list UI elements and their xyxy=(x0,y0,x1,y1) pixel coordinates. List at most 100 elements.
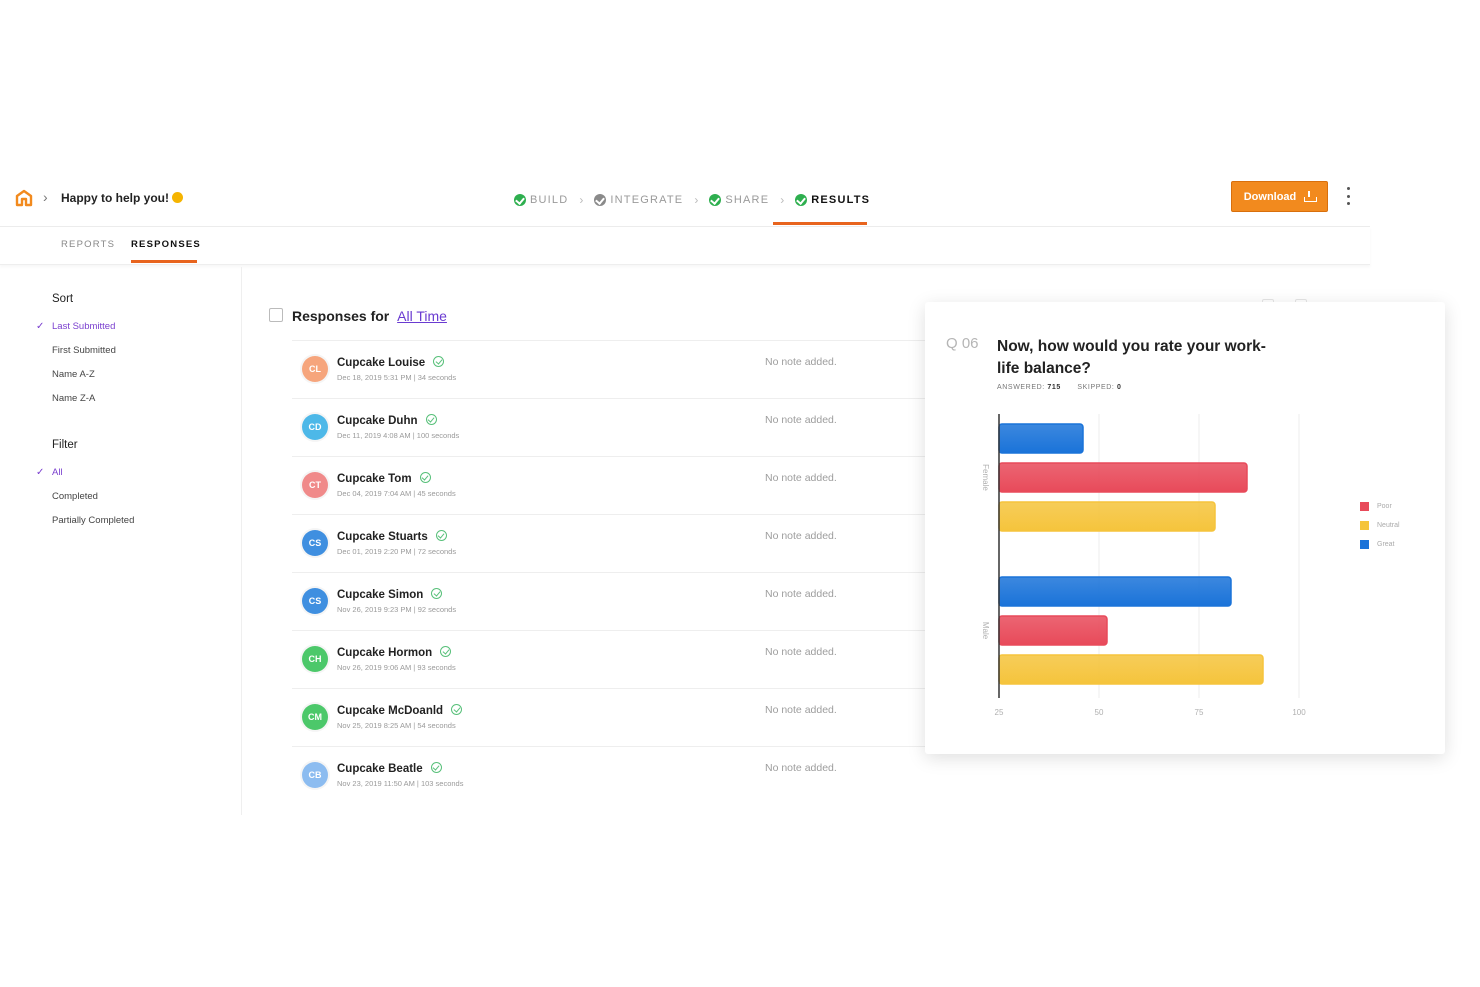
sort-first-submitted[interactable]: First Submitted xyxy=(52,345,116,356)
respondent-name[interactable]: Cupcake Louise xyxy=(337,356,445,369)
step-label: INTEGRATE xyxy=(610,194,684,206)
response-note: No note added. xyxy=(765,356,837,368)
responses-heading: Responses for All Time xyxy=(292,308,447,324)
check-circle-icon xyxy=(594,194,607,206)
response-note: No note added. xyxy=(765,646,837,658)
response-note: No note added. xyxy=(765,588,837,600)
workflow-steps: BUILD › INTEGRATE › SHARE › RESULTS xyxy=(514,190,870,210)
avatar: CL xyxy=(302,356,328,382)
avatar: CT xyxy=(302,472,328,498)
response-meta: Dec 18, 2019 5:31 PM | 34 seconds xyxy=(337,373,457,382)
response-meta: Dec 01, 2019 2:20 PM | 72 seconds xyxy=(337,547,457,556)
time-range-link[interactable]: All Time xyxy=(397,308,447,324)
sort-name-a-z[interactable]: Name A-Z xyxy=(52,369,95,380)
respondent-name-text: Cupcake Beatle xyxy=(337,763,423,775)
bar xyxy=(998,462,1248,493)
respondent-name[interactable]: Cupcake Hormon xyxy=(337,646,452,659)
chevron-right-icon: › xyxy=(694,193,699,207)
check-circle-icon xyxy=(709,194,722,206)
check-circle-icon xyxy=(451,704,463,715)
breadcrumb-title-text: Happy to help you! xyxy=(61,191,169,205)
question-card: Q 06 Now, how would you rate your work-l… xyxy=(925,302,1445,754)
filter-partially-completed[interactable]: Partially Completed xyxy=(52,515,134,526)
active-tab-indicator xyxy=(131,260,197,263)
response-meta: Nov 25, 2019 8:25 AM | 54 seconds xyxy=(337,721,456,730)
response-note: No note added. xyxy=(765,414,837,426)
respondent-name[interactable]: Cupcake Stuarts xyxy=(337,530,447,543)
respondent-name-text: Cupcake Simon xyxy=(337,589,424,601)
sidebar: Sort ✓ Last Submitted First Submitted Na… xyxy=(0,267,242,815)
legend-item: Great xyxy=(1360,540,1400,549)
response-note: No note added. xyxy=(765,530,837,542)
step-share[interactable]: SHARE xyxy=(709,194,769,206)
sort-last-submitted[interactable]: Last Submitted xyxy=(52,321,115,332)
breadcrumb-title[interactable]: Happy to help you! xyxy=(61,191,183,205)
download-icon xyxy=(1304,191,1318,202)
bar xyxy=(998,615,1108,646)
step-results[interactable]: RESULTS xyxy=(795,194,870,206)
avatar: CM xyxy=(302,704,328,730)
check-circle-icon xyxy=(431,588,443,599)
respondent-name[interactable]: Cupcake Tom xyxy=(337,472,431,485)
check-circle-icon xyxy=(425,414,437,425)
select-all-checkbox[interactable] xyxy=(269,308,283,322)
check-circle-icon xyxy=(795,194,808,206)
legend-label: Great xyxy=(1377,541,1395,548)
check-circle-icon xyxy=(433,356,445,367)
respondent-name-text: Cupcake Stuarts xyxy=(337,531,428,543)
respondent-name[interactable]: Cupcake McDoanld xyxy=(337,704,463,717)
checkmark-icon: ✓ xyxy=(36,321,45,332)
respondent-name-text: Cupcake Tom xyxy=(337,473,412,485)
x-tick-label: 100 xyxy=(1292,708,1306,717)
legend-swatch xyxy=(1360,540,1369,549)
tab-responses[interactable]: RESPONSES xyxy=(131,239,201,250)
bar xyxy=(998,501,1216,532)
sub-tabs: REPORTS RESPONSES xyxy=(0,227,1370,265)
response-meta: Dec 04, 2019 7:04 AM | 45 seconds xyxy=(337,489,456,498)
legend-swatch xyxy=(1360,502,1369,511)
response-row[interactable]: CB Cupcake Beatle Nov 23, 2019 11:50 AM | … xyxy=(292,746,1322,804)
check-circle-icon xyxy=(514,194,526,206)
bar xyxy=(998,576,1232,607)
more-options-icon[interactable] xyxy=(1344,187,1352,205)
avatar: CS xyxy=(302,588,328,614)
avatar: CD xyxy=(302,414,328,440)
smile-emoji-icon xyxy=(172,192,183,203)
response-note: No note added. xyxy=(765,704,837,716)
step-integrate[interactable]: INTEGRATE xyxy=(594,194,683,206)
check-circle-icon xyxy=(430,762,442,773)
legend-label: Neutral xyxy=(1377,522,1400,529)
filter-completed[interactable]: Completed xyxy=(52,491,98,502)
legend-label: Poor xyxy=(1377,503,1392,510)
step-label: BUILD xyxy=(530,194,569,206)
chart-legend: Poor Neutral Great xyxy=(1360,502,1400,559)
download-label: Download xyxy=(1243,190,1297,203)
response-note: No note added. xyxy=(765,472,837,484)
tab-reports[interactable]: REPORTS xyxy=(61,239,115,250)
step-label: RESULTS xyxy=(811,194,871,206)
bar xyxy=(998,423,1084,454)
responses-heading-text: Responses for xyxy=(292,308,390,324)
check-circle-icon xyxy=(440,646,452,657)
respondent-name-text: Cupcake Louise xyxy=(337,357,426,369)
respondent-name-text: Cupcake Hormon xyxy=(337,647,433,659)
legend-swatch xyxy=(1360,521,1369,530)
respondent-name-text: Cupcake McDoanld xyxy=(337,705,444,717)
step-build[interactable]: BUILD xyxy=(514,194,568,206)
legend-item: Neutral xyxy=(1360,521,1400,530)
response-meta: Nov 26, 2019 9:06 AM | 93 seconds xyxy=(337,663,456,672)
respondent-name[interactable]: Cupcake Duhn xyxy=(337,414,437,427)
category-label: Female xyxy=(981,464,990,491)
home-icon[interactable] xyxy=(14,188,34,208)
download-button[interactable]: Download xyxy=(1231,181,1328,212)
step-label: SHARE xyxy=(725,194,770,206)
response-meta: Nov 23, 2019 11:50 AM | 103 seconds xyxy=(337,779,464,788)
filter-all[interactable]: All xyxy=(52,467,63,478)
respondent-name[interactable]: Cupcake Beatle xyxy=(337,762,442,775)
active-step-indicator xyxy=(773,222,867,225)
respondent-name-text: Cupcake Duhn xyxy=(337,415,418,427)
respondent-name[interactable]: Cupcake Simon xyxy=(337,588,443,601)
category-label: Male xyxy=(981,622,990,640)
sort-name-z-a[interactable]: Name Z-A xyxy=(52,393,95,404)
response-meta: Nov 26, 2019 9:23 PM | 92 seconds xyxy=(337,605,457,614)
